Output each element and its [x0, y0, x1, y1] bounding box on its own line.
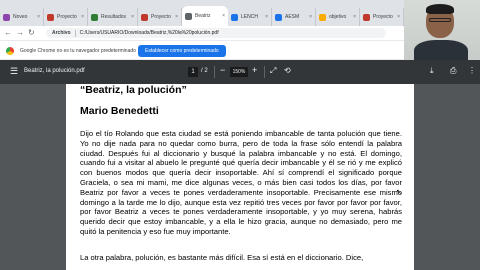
rotate-icon[interactable]: ⟲: [284, 66, 291, 75]
mouse-cursor-icon: ↖: [396, 189, 402, 196]
address-bar[interactable]: Archivo C:/Users/USUARIO/Downloads/Beatr…: [46, 28, 386, 38]
tab-favicon: [231, 13, 238, 21]
tab-label: Proyecto: [151, 14, 171, 20]
tab-favicon: [319, 13, 326, 21]
document-author: Mario Benedetti: [80, 105, 159, 117]
presenter-body: [414, 40, 468, 60]
close-icon[interactable]: ×: [353, 14, 356, 20]
tab-favicon: [47, 13, 54, 21]
file-chip: Archivo: [52, 30, 71, 36]
tab-label: objetivo: [329, 14, 347, 20]
chrome-icon: [6, 47, 14, 55]
close-icon[interactable]: ×: [265, 14, 268, 20]
tab-favicon: [275, 13, 282, 21]
close-icon[interactable]: ×: [131, 14, 134, 20]
tab-favicon: [91, 13, 98, 21]
download-icon[interactable]: ⤓: [430, 66, 434, 76]
tab-label: Proyecto: [57, 14, 77, 20]
tab-resultados[interactable]: Resultados ×: [88, 8, 138, 26]
back-icon[interactable]: ←: [4, 28, 12, 37]
tab-aesm[interactable]: AESM ×: [272, 8, 316, 26]
tab-proyecto-1[interactable]: Proyecto ×: [44, 8, 88, 26]
more-options-icon[interactable]: ⋮: [468, 66, 476, 75]
zoom-input[interactable]: 150%: [230, 67, 248, 77]
presenter-glasses: [429, 18, 451, 22]
tab-noveo[interactable]: Noveo ×: [0, 8, 44, 26]
close-icon[interactable]: ×: [397, 14, 400, 20]
paragraph: Dijo el tío Rolando que esta ciudad se e…: [80, 129, 402, 236]
infobar-message: Google Chrome no es tu navegador predete…: [20, 48, 136, 54]
close-icon[interactable]: ×: [81, 14, 84, 20]
forward-icon[interactable]: →: [16, 28, 24, 37]
tab-label: AESM: [285, 14, 300, 20]
paragraph: La otra palabra, polución, es bastante m…: [80, 253, 364, 262]
page-number-input[interactable]: 1: [188, 67, 198, 77]
tab-label: LENCH: [241, 14, 258, 20]
zoom-in-icon[interactable]: +: [252, 65, 257, 75]
print-icon[interactable]: ⎙: [450, 66, 456, 76]
tab-beatriz-active[interactable]: Beatriz ×: [182, 6, 228, 26]
tab-objetivo[interactable]: objetivo ×: [316, 8, 360, 26]
tab-favicon: [363, 13, 370, 21]
tab-label: Proyecto: [373, 14, 393, 20]
close-icon[interactable]: ×: [175, 14, 178, 20]
pdf-page: “Beatriz, la polución” Mario Benedetti D…: [66, 84, 414, 270]
document-title: “Beatriz, la polución”: [80, 84, 187, 96]
webcam-overlay: [404, 0, 480, 60]
pdf-toolbar: ☰ Beatriz, la polución.pdf 1 / 2 − 150% …: [0, 60, 480, 84]
tab-label: Noveo: [13, 14, 28, 20]
zoom-out-icon[interactable]: −: [220, 65, 225, 75]
tab-proyecto-2[interactable]: Proyecto ×: [138, 8, 182, 26]
reload-icon[interactable]: ↻: [28, 28, 35, 37]
divider: [264, 66, 265, 78]
tab-favicon: [185, 12, 192, 20]
close-icon[interactable]: ×: [309, 14, 312, 20]
pdf-filename: Beatriz, la polución.pdf: [24, 68, 85, 74]
tab-proyecto-3[interactable]: Proyecto ×: [360, 8, 404, 26]
tab-label: Resultados: [101, 14, 127, 20]
divider: [214, 66, 215, 78]
url-text: C:/Users/USUARIO/Downloads/Beatriz,%20la…: [79, 30, 219, 36]
set-default-button[interactable]: Establecer como predeterminado: [138, 45, 226, 57]
divider: [74, 29, 76, 37]
page-total: / 2: [201, 68, 208, 74]
close-icon[interactable]: ×: [37, 14, 40, 20]
tab-favicon: [3, 13, 10, 21]
tab-lench[interactable]: LENCH ×: [228, 8, 272, 26]
fit-to-page-icon[interactable]: ⤢: [270, 66, 276, 76]
presenter-hair: [426, 4, 454, 14]
tab-label: Beatriz: [195, 13, 211, 19]
browser-window: Noveo × Proyecto × Resultados × Proyecto…: [0, 0, 480, 270]
menu-icon[interactable]: ☰: [10, 66, 18, 77]
close-icon[interactable]: ×: [222, 13, 225, 19]
tab-favicon: [141, 13, 148, 21]
pdf-viewer[interactable]: “Beatriz, la polución” Mario Benedetti D…: [0, 84, 480, 270]
